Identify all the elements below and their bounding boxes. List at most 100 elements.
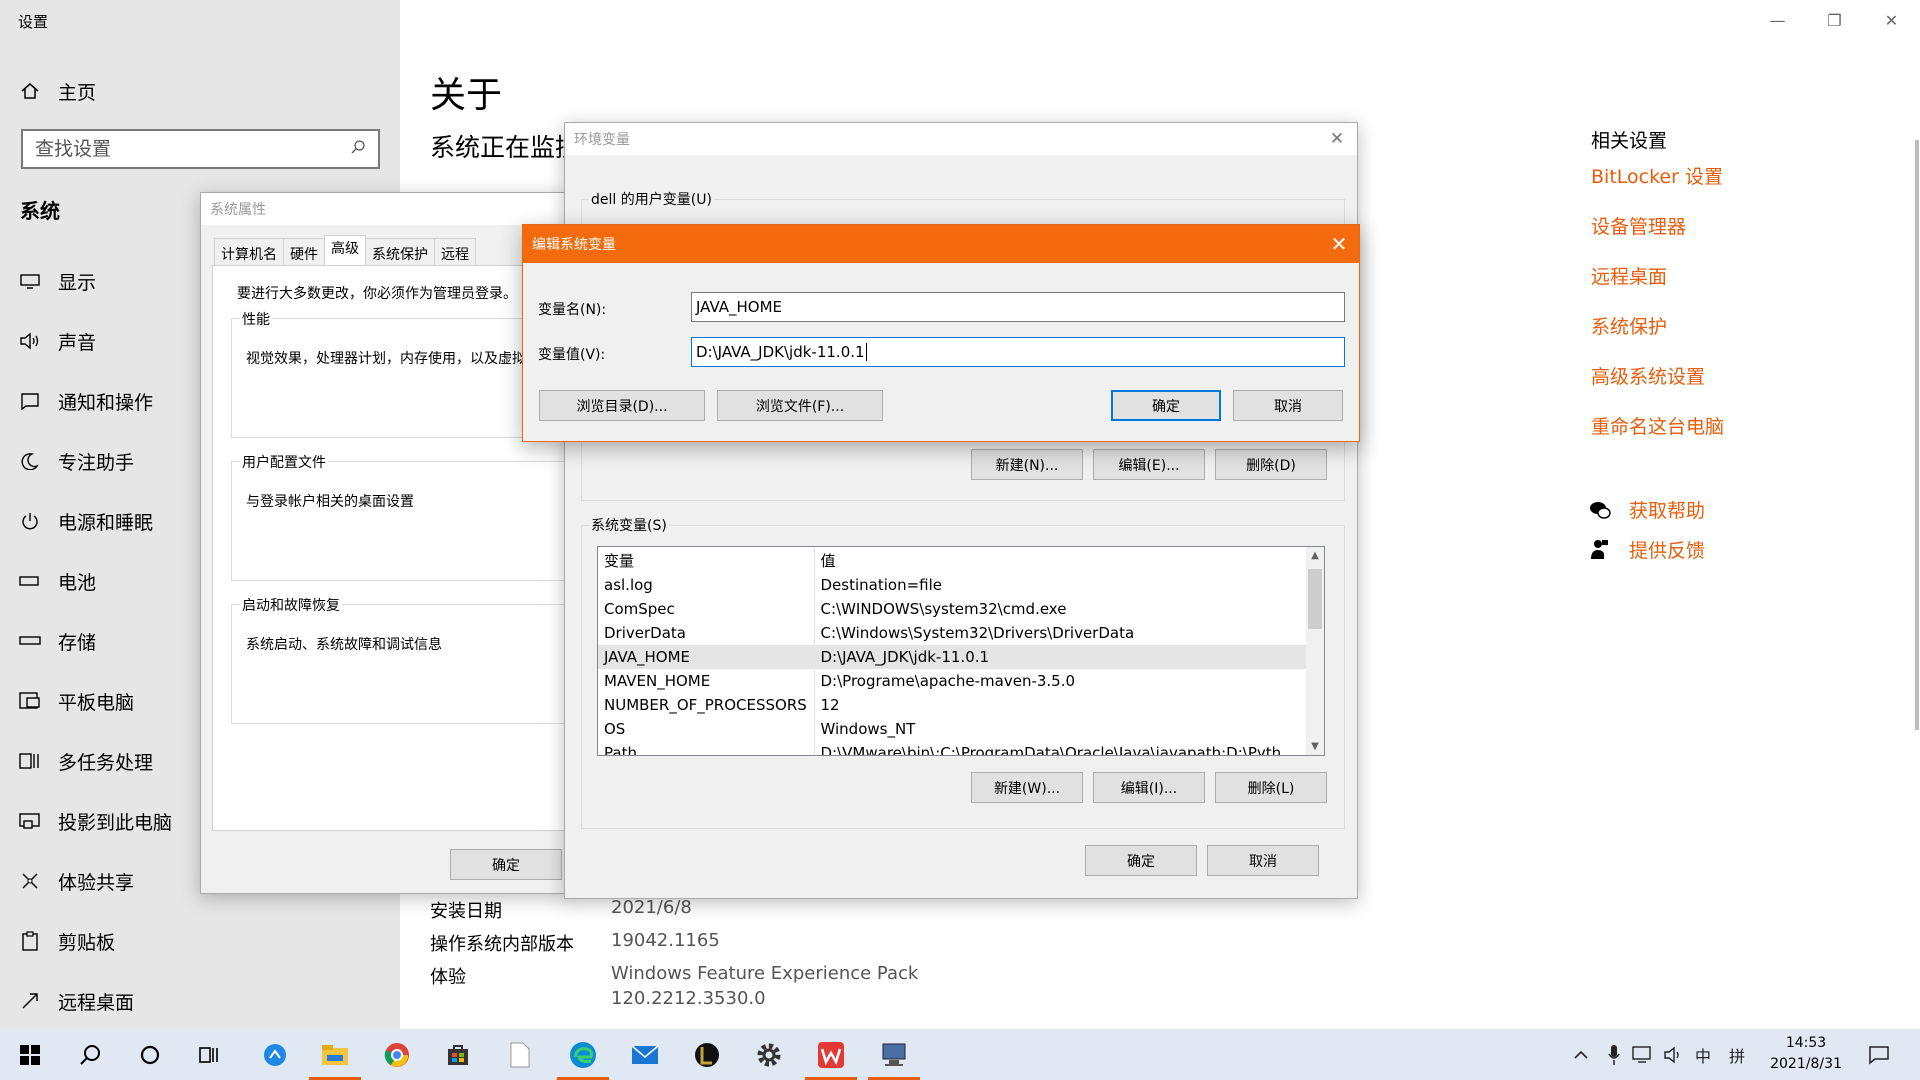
table-row[interactable]: OS Windows_NT [598,717,1308,741]
close-icon[interactable]: ✕ [1319,232,1359,256]
wps-icon[interactable] [801,1029,861,1080]
link-remote-desktop[interactable]: 远程桌面 [1591,262,1667,289]
nav-shared-experiences[interactable]: 体验共享 [18,861,134,901]
minimize-button[interactable]: — [1749,0,1806,40]
close-icon[interactable]: ✕ [1317,129,1357,149]
close-button[interactable]: ✕ [1863,0,1920,40]
app-blue-icon[interactable] [245,1029,305,1080]
column-header-value[interactable]: 值 [814,547,1308,573]
microphone-icon[interactable] [1607,1029,1621,1080]
restore-button[interactable]: ❐ [1806,0,1863,40]
nav-tablet[interactable]: 平板电脑 [18,681,134,721]
edit-ok-button[interactable]: 确定 [1111,390,1221,421]
search-icon[interactable] [60,1029,120,1080]
table-row[interactable]: ComSpec C:\WINDOWS\system32\cmd.exe [598,597,1308,621]
page-scrollbar[interactable] [1915,140,1919,730]
get-help-link[interactable]: 获取帮助 [1589,496,1705,523]
mail-icon[interactable] [615,1029,675,1080]
system-vars-list[interactable]: 变量 值 asl.log Destination=file ComSpec C:\W… [597,546,1325,756]
tab-hardware[interactable]: 硬件 [283,238,325,268]
game-icon[interactable] [677,1029,737,1080]
browse-directory-button[interactable]: 浏览目录(D)... [539,390,705,421]
scroll-thumb[interactable] [1308,569,1322,629]
link-system-protection[interactable]: 系统保护 [1591,312,1667,339]
nav-storage[interactable]: 存储 [18,621,96,661]
performance-desc: 视觉效果，处理器计划，内存使用，以及虚拟内存 [246,351,554,367]
search-input[interactable] [35,138,350,160]
scroll-down-icon[interactable]: ▼ [1306,741,1324,752]
window-controls: — ❐ ✕ [1749,0,1920,40]
system-properties-dialog: 系统属性 计算机名 硬件 高级 系统保护 远程 要进行大多数更改，你必须作为管理… [200,192,591,894]
dialog-titlebar[interactable]: 环境变量 ✕ [565,123,1357,155]
notepad-icon[interactable] [490,1029,550,1080]
browse-file-button[interactable]: 浏览文件(F)... [717,390,883,421]
list-scrollbar[interactable]: ▲ ▼ [1306,547,1324,755]
nav-multitasking[interactable]: 多任务处理 [18,741,153,781]
table-row[interactable]: Path D:\VMware\bin\;C:\ProgramData\Oracle… [598,741,1308,755]
table-row[interactable]: DriverData C:\Windows\System32\Drivers\Dr… [598,621,1308,645]
scroll-up-icon[interactable]: ▲ [1306,550,1324,561]
tab-advanced[interactable]: 高级 [324,235,366,268]
edit-cancel-button[interactable]: 取消 [1233,390,1343,421]
sysprop-ok-button[interactable]: 确定 [450,849,562,880]
tab-computer-name[interactable]: 计算机名 [214,238,284,268]
nav-display[interactable]: 显示 [18,261,96,301]
link-device-manager[interactable]: 设备管理器 [1591,212,1686,239]
link-rename-pc[interactable]: 重命名这台电脑 [1591,412,1724,439]
network-icon[interactable] [1632,1029,1654,1080]
clock[interactable]: 14:53 2021/8/31 [1760,1033,1852,1075]
nav-power[interactable]: 电源和睡眠 [18,501,153,541]
table-row[interactable]: MAVEN_HOME D:\Programe\apache-maven-3.5.0 [598,669,1308,693]
volume-icon[interactable] [1663,1029,1685,1080]
table-row-selected[interactable]: JAVA_HOME D:\JAVA_JDK\jdk-11.0.1 [598,645,1308,669]
feedback-link[interactable]: 提供反馈 [1589,536,1705,563]
edge-icon[interactable] [553,1029,613,1080]
dialog-titlebar[interactable]: 系统属性 [201,193,569,225]
spec-label: 安装日期 [430,901,502,922]
nav-notifications[interactable]: 通知和操作 [18,381,153,421]
sysprop-app-icon[interactable] [864,1029,924,1080]
tab-strip: 计算机名 硬件 高级 系统保护 远程 [214,235,476,268]
variable-name-field[interactable]: JAVA_HOME [691,292,1345,322]
user-edit-button[interactable]: 编辑(E)... [1093,449,1205,480]
multitask-icon [18,749,42,773]
search-icon[interactable] [350,139,366,159]
user-delete-button[interactable]: 删除(D) [1215,449,1327,480]
tab-remote[interactable]: 远程 [434,238,476,268]
cortana-icon[interactable] [120,1029,180,1080]
file-explorer-icon[interactable] [305,1029,365,1080]
system-delete-button[interactable]: 删除(L) [1215,772,1327,803]
nav-home[interactable]: 主页 [18,71,96,111]
search-box[interactable] [21,129,380,169]
action-center-icon[interactable] [1868,1029,1890,1080]
dialog-titlebar[interactable]: 编辑系统变量 ✕ [523,225,1359,263]
window-title: 设置 [18,13,49,31]
nav-focus-assist[interactable]: 专注助手 [18,441,134,481]
store-icon[interactable] [428,1029,488,1080]
link-advanced-system[interactable]: 高级系统设置 [1591,362,1705,389]
nav-project[interactable]: 投影到此电脑 [18,801,172,841]
nav-sound[interactable]: 声音 [18,321,96,361]
envvar-cancel-button[interactable]: 取消 [1207,845,1319,876]
table-row[interactable]: asl.log Destination=file [598,573,1308,597]
envvar-ok-button[interactable]: 确定 [1085,845,1197,876]
nav-battery[interactable]: 电池 [18,561,96,601]
tab-system-protection[interactable]: 系统保护 [365,238,435,268]
nav-remote-desktop[interactable]: 远程桌面 [18,981,134,1021]
ime-language[interactable]: 中 [1695,1029,1711,1080]
system-new-button[interactable]: 新建(W)... [971,772,1083,803]
nav-clipboard[interactable]: 剪贴板 [18,921,115,961]
ime-mode[interactable]: 拼 [1729,1029,1745,1080]
column-header-variable[interactable]: 变量 [598,547,815,573]
tray-chevron-up-icon[interactable] [1573,1029,1589,1080]
variable-value-field[interactable]: D:\JAVA_JDK\jdk-11.0.1 [691,337,1345,367]
table-row[interactable]: NUMBER_OF_PROCESSORS 12 [598,693,1308,717]
settings-icon[interactable] [739,1029,799,1080]
startup-desc: 系统启动、系统故障和调试信息 [246,637,442,653]
start-icon[interactable] [0,1029,60,1080]
task-view-icon[interactable] [180,1029,240,1080]
link-bitlocker[interactable]: BitLocker 设置 [1591,162,1723,189]
chrome-icon[interactable] [367,1029,427,1080]
user-new-button[interactable]: 新建(N)... [971,449,1083,480]
system-edit-button[interactable]: 编辑(I)... [1093,772,1205,803]
